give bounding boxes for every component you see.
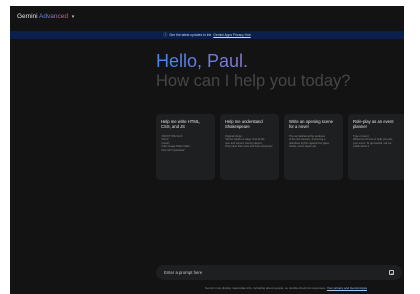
disclaimer: Gemini may display inaccurate info, incl… (170, 286, 402, 290)
app-tier: Advanced (39, 12, 68, 20)
banner-text: See the latest updates to the (169, 33, 212, 37)
card-title: Help me write HTML, CSS, and JS (161, 119, 201, 130)
image-upload-icon[interactable] (389, 270, 394, 275)
suggestion-card-novel[interactable]: Write an opening scene for a novel The r… (284, 114, 343, 180)
privacy-link[interactable]: Your privacy and Gemini Apps (327, 286, 367, 290)
prompt-placeholder: Enter a prompt here (164, 270, 203, 275)
suggestion-card-event-planner[interactable]: Role-play as an event planner Type of ev… (348, 114, 404, 180)
card-preview: The rain lashed at the windows of the ol… (289, 134, 330, 149)
card-preview: Type of event: Welcome! I'd love to help… (353, 134, 393, 149)
disclaimer-text: Gemini may display inaccurate info, incl… (205, 286, 327, 290)
suggestion-cards: Help me write HTML, CSS, and JS <!DOCTYP… (156, 114, 404, 180)
card-preview: <!DOCTYPE html> <html> <head> <title>Ima… (161, 134, 191, 152)
card-title: Role-play as an event planner (353, 119, 394, 130)
gemini-app: Gemini Advanced ▾ ⓘ See the latest updat… (10, 6, 404, 294)
suggestion-card-html[interactable]: Help me write HTML, CSS, and JS <!DOCTYP… (156, 114, 215, 180)
prompt-input[interactable]: Enter a prompt here (156, 265, 402, 280)
greeting: Hello, Paul. How can I help you today? (156, 51, 350, 91)
model-switcher[interactable]: Gemini Advanced ▾ (17, 13, 74, 20)
card-title: Help me understand Shakespeare (225, 119, 263, 130)
info-icon: ⓘ (163, 32, 168, 37)
top-bar: Gemini Advanced ▾ (10, 6, 404, 26)
app-name: Gemini (17, 12, 38, 20)
card-title: Write an opening scene for a novel (289, 119, 333, 130)
caret-down-icon: ▾ (71, 13, 75, 20)
privacy-banner: ⓘ See the latest updates to the Gemini A… (10, 31, 404, 39)
card-preview: Original Quote: "All the world's a stage… (225, 134, 273, 149)
greeting-hello: Hello, Paul. (156, 51, 350, 71)
privacy-hub-link[interactable]: Gemini Apps Privacy Hub (213, 33, 250, 37)
greeting-subtitle: How can I help you today? (156, 72, 351, 90)
suggestion-card-shakespeare[interactable]: Help me understand Shakespeare Original … (220, 114, 279, 180)
